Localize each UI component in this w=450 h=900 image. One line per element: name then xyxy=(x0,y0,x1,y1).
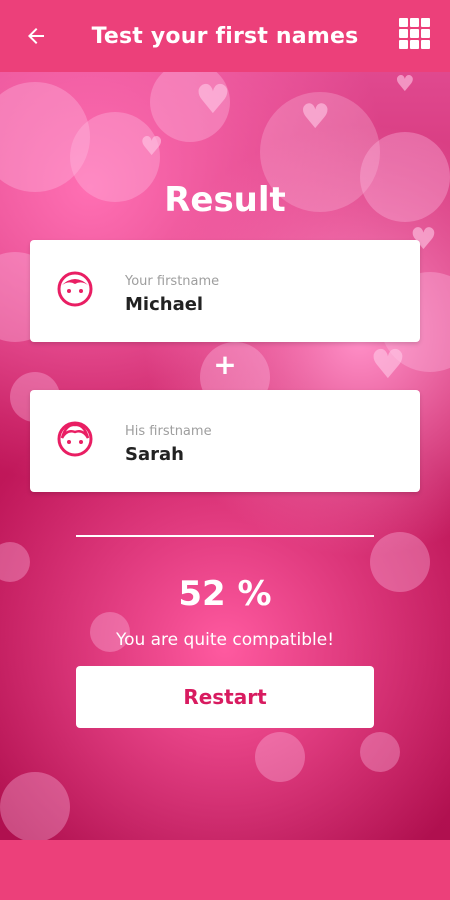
divider xyxy=(76,535,374,537)
compatibility-message: You are quite compatible! xyxy=(115,630,335,650)
app-bar: Test your first names xyxy=(0,0,450,72)
restart-button[interactable]: Restart xyxy=(76,666,374,728)
girl-face-icon xyxy=(57,421,93,457)
boy-face-icon xyxy=(57,271,93,307)
first-name-card: Your firstname Michael xyxy=(30,240,420,342)
first-name-label: Your firstname xyxy=(125,274,220,289)
second-name-card: His firstname Sarah xyxy=(30,390,420,492)
back-button[interactable] xyxy=(20,20,52,52)
menu-grid-button[interactable] xyxy=(398,17,432,51)
compatibility-percent: 52 % xyxy=(178,574,272,614)
page-title: Test your first names xyxy=(91,23,359,49)
second-name-value: Sarah xyxy=(125,444,184,465)
plus-sign: + xyxy=(213,348,237,381)
arrow-left-icon xyxy=(28,28,44,44)
bottom-bar xyxy=(0,840,450,900)
second-name-label: His firstname xyxy=(125,424,212,439)
first-name-value: Michael xyxy=(125,294,204,315)
result-heading: Result xyxy=(164,180,286,220)
